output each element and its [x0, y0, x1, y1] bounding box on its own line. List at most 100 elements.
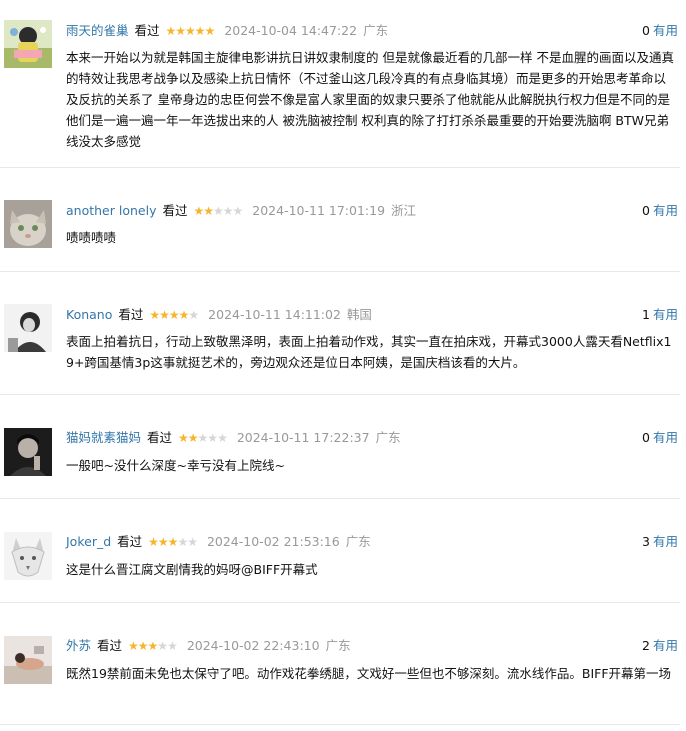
star-filled-icon: ★: [194, 24, 206, 38]
divider: [0, 724, 680, 725]
useful-vote[interactable]: 3 有用: [642, 532, 678, 552]
star-filled-icon: ★: [175, 24, 186, 38]
star-filled-icon: ★: [167, 535, 179, 549]
vote-count: 2: [642, 638, 650, 653]
star-empty-icon: ★: [222, 204, 234, 218]
comment-text: 表面上拍着抗日，行动上致敬黑泽明，表面上拍着动作戏，其实一直在拍床戏，开幕式30…: [66, 334, 672, 370]
avatar[interactable]: [4, 20, 52, 68]
useful-vote[interactable]: 2 有用: [642, 636, 678, 656]
divider: [0, 602, 680, 603]
comment-text: 啧啧啧啧: [66, 230, 117, 245]
useful-vote[interactable]: 0 有用: [642, 21, 678, 41]
useful-label: 有用: [652, 23, 678, 38]
comment-time[interactable]: 2024-10-02 22:43:10: [187, 638, 320, 653]
comment-meta: 猫妈就素猫妈 看过 ★★★★★ 2024-10-11 17:22:37 广东: [66, 428, 401, 448]
star-filled-icon: ★: [159, 308, 170, 322]
rating-stars: ★★★★★: [148, 532, 198, 552]
comment-time[interactable]: 2024-10-04 14:47:22: [224, 23, 357, 38]
star-filled-icon: ★: [128, 639, 139, 653]
comment-time[interactable]: 2024-10-02 21:53:16: [207, 534, 340, 549]
vote-count: 1: [642, 307, 650, 322]
username-link[interactable]: Konano: [66, 307, 112, 322]
useful-label: 有用: [652, 638, 678, 653]
comment-text: 既然19禁前面未免也太保守了吧。动作戏花拳绣腿，文戏好一些但也不够深刻。流水线作…: [66, 666, 672, 681]
useful-label: 有用: [652, 307, 678, 322]
vote-count: 3: [642, 534, 650, 549]
star-empty-icon: ★: [197, 431, 209, 445]
star-filled-icon: ★: [204, 24, 216, 38]
divider: [0, 167, 680, 168]
star-empty-icon: ★: [157, 639, 168, 653]
rating-stars: ★★★★★: [178, 428, 228, 448]
avatar[interactable]: [4, 636, 52, 684]
divider: [0, 498, 680, 499]
star-filled-icon: ★: [187, 431, 199, 445]
comment-meta: Joker_d 看过 ★★★★★ 2024-10-02 21:53:16 广东: [66, 532, 371, 552]
username-link[interactable]: 外苏: [66, 638, 91, 653]
star-empty-icon: ★: [187, 535, 198, 549]
watch-status: 看过: [134, 23, 160, 38]
star-filled-icon: ★: [157, 535, 169, 549]
star-filled-icon: ★: [147, 639, 159, 653]
useful-vote[interactable]: 1 有用: [642, 305, 678, 325]
username-link[interactable]: 雨天的雀巢: [66, 23, 129, 38]
rating-stars: ★★★★★: [128, 636, 178, 656]
star-empty-icon: ★: [167, 639, 178, 653]
star-filled-icon: ★: [193, 204, 204, 218]
username-link[interactable]: 猫妈就素猫妈: [66, 430, 141, 445]
star-filled-icon: ★: [178, 308, 190, 322]
watch-status: 看过: [117, 534, 143, 549]
comment-location: 广东: [375, 430, 401, 445]
comment-location: 广东: [345, 534, 371, 549]
avatar[interactable]: [4, 428, 52, 476]
star-empty-icon: ★: [212, 204, 224, 218]
star-filled-icon: ★: [137, 639, 149, 653]
star-filled-icon: ★: [203, 204, 214, 218]
star-filled-icon: ★: [148, 535, 159, 549]
star-empty-icon: ★: [217, 431, 228, 445]
useful-vote[interactable]: 0 有用: [642, 428, 678, 448]
watch-status: 看过: [97, 638, 123, 653]
star-empty-icon: ★: [207, 431, 218, 445]
useful-label: 有用: [652, 203, 678, 218]
useful-label: 有用: [652, 430, 678, 445]
useful-label: 有用: [652, 534, 678, 549]
comment-text: 这是什么晋江腐文剧情我的妈呀@BIFF开幕式: [66, 562, 318, 577]
star-empty-icon: ★: [188, 308, 199, 322]
comment-list: 雨天的雀巢 看过 ★★★★★ 2024-10-04 14:47:22 广东 0有…: [0, 0, 686, 731]
comment-time[interactable]: 2024-10-11 17:22:37: [237, 430, 370, 445]
star-empty-icon: ★: [177, 535, 188, 549]
rating-stars: ★★★★★: [165, 21, 216, 41]
vote-count: 0: [642, 23, 650, 38]
username-link[interactable]: Joker_d: [66, 534, 111, 549]
star-filled-icon: ★: [185, 24, 196, 38]
comment-meta: Konano 看过 ★★★★★ 2024-10-11 14:11:02 韩国: [66, 305, 372, 325]
star-filled-icon: ★: [149, 308, 160, 322]
comment-meta: another lonely 看过 ★★★★★ 2024-10-11 17:01…: [66, 201, 416, 221]
watch-status: 看过: [118, 307, 144, 322]
divider: [0, 271, 680, 272]
avatar[interactable]: [4, 532, 52, 580]
comment-time[interactable]: 2024-10-11 17:01:19: [252, 203, 385, 218]
star-filled-icon: ★: [178, 431, 189, 445]
avatar[interactable]: [4, 200, 52, 248]
comment-text: 本来一开始以为就是韩国主旋律电影讲抗日讲奴隶制度的 但是就像最近看的几部一样 不…: [66, 50, 674, 149]
star-filled-icon: ★: [168, 308, 180, 322]
vote-count: 0: [642, 203, 650, 218]
comment-meta: 外苏 看过 ★★★★★ 2024-10-02 22:43:10 广东: [66, 636, 351, 656]
vote-count: 0: [642, 430, 650, 445]
comment-location: 韩国: [346, 307, 372, 322]
star-empty-icon: ★: [232, 204, 244, 218]
divider: [0, 394, 680, 395]
comment-text: 一般吧~没什么深度~幸亏没有上院线~: [66, 458, 285, 473]
useful-vote[interactable]: 0 有用: [642, 201, 678, 221]
username-link[interactable]: another lonely: [66, 203, 156, 218]
rating-stars: ★★★★★: [193, 201, 244, 221]
avatar[interactable]: [4, 304, 52, 352]
watch-status: 看过: [147, 430, 173, 445]
comment-location: 浙江: [391, 203, 417, 218]
star-filled-icon: ★: [165, 24, 177, 38]
comment-time[interactable]: 2024-10-11 14:11:02: [208, 307, 341, 322]
comment-meta: 雨天的雀巢 看过 ★★★★★ 2024-10-04 14:47:22 广东: [66, 21, 388, 41]
rating-stars: ★★★★★: [149, 305, 199, 325]
